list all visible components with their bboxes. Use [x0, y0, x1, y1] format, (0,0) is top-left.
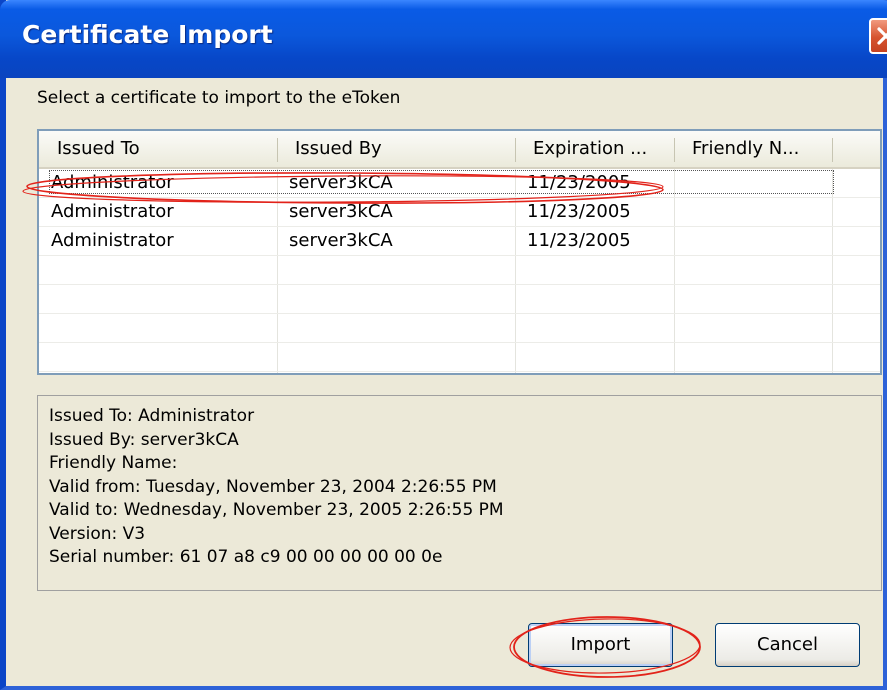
close-button[interactable] [869, 18, 887, 54]
close-icon [877, 27, 887, 45]
table-row[interactable]: Administrator server3kCA 11/23/2005 [39, 227, 880, 256]
empty-row [39, 285, 880, 314]
detail-valid-to: Valid to: Wednesday, November 23, 2005 2… [49, 500, 504, 520]
empty-row [39, 314, 880, 343]
cancel-button[interactable]: Cancel [715, 623, 860, 667]
window-title: Certificate Import [22, 20, 273, 49]
empty-row [39, 256, 880, 285]
instruction-text: Select a certificate to import to the eT… [37, 88, 401, 108]
certificate-details-panel: Issued To: Administrator Issued By: serv… [37, 395, 882, 591]
column-header-friendly-name[interactable]: Friendly N... [674, 131, 832, 167]
list-rows: Administrator server3kCA 11/23/2005 Admi… [39, 169, 880, 372]
detail-valid-from: Valid from: Tuesday, November 23, 2004 2… [49, 476, 497, 497]
table-row[interactable]: Administrator server3kCA 11/23/2005 [39, 169, 880, 198]
detail-issued-to: Issued To: Administrator [49, 406, 255, 426]
cell-issued-to: Administrator [51, 172, 174, 193]
column-header-issued-to[interactable]: Issued To [39, 131, 277, 167]
cell-issued-by: server3kCA [289, 230, 393, 251]
table-row[interactable]: Administrator server3kCA 11/23/2005 [39, 198, 880, 227]
column-header-expiration[interactable]: Expiration ... [515, 131, 673, 167]
cell-expiration: 11/23/2005 [527, 201, 631, 222]
title-bar[interactable]: Certificate Import [0, 0, 887, 78]
column-divider[interactable] [832, 138, 833, 162]
cell-expiration: 11/23/2005 [527, 230, 631, 251]
detail-friendly-name: Friendly Name: [49, 453, 178, 473]
column-header-issued-by[interactable]: Issued By [277, 131, 515, 167]
certificate-list[interactable]: Issued To Issued By Expiration ... Frien… [37, 129, 882, 375]
cell-issued-by: server3kCA [289, 201, 393, 222]
import-button[interactable]: Import [528, 623, 673, 667]
detail-issued-by: Issued By: server3kCA [49, 429, 239, 450]
cell-expiration: 11/23/2005 [527, 172, 631, 193]
detail-version: Version: V3 [49, 523, 146, 544]
empty-row [39, 343, 880, 372]
dialog-body: Select a certificate to import to the eT… [6, 78, 883, 686]
cell-issued-to: Administrator [51, 201, 174, 222]
cell-issued-by: server3kCA [289, 172, 393, 193]
detail-serial-number: Serial number: 61 07 a8 c9 00 00 00 00 0… [49, 547, 443, 567]
cell-issued-to: Administrator [51, 230, 174, 251]
list-header: Issued To Issued By Expiration ... Frien… [39, 131, 880, 169]
certificate-import-dialog: Certificate Import Select a certificate … [0, 0, 887, 690]
